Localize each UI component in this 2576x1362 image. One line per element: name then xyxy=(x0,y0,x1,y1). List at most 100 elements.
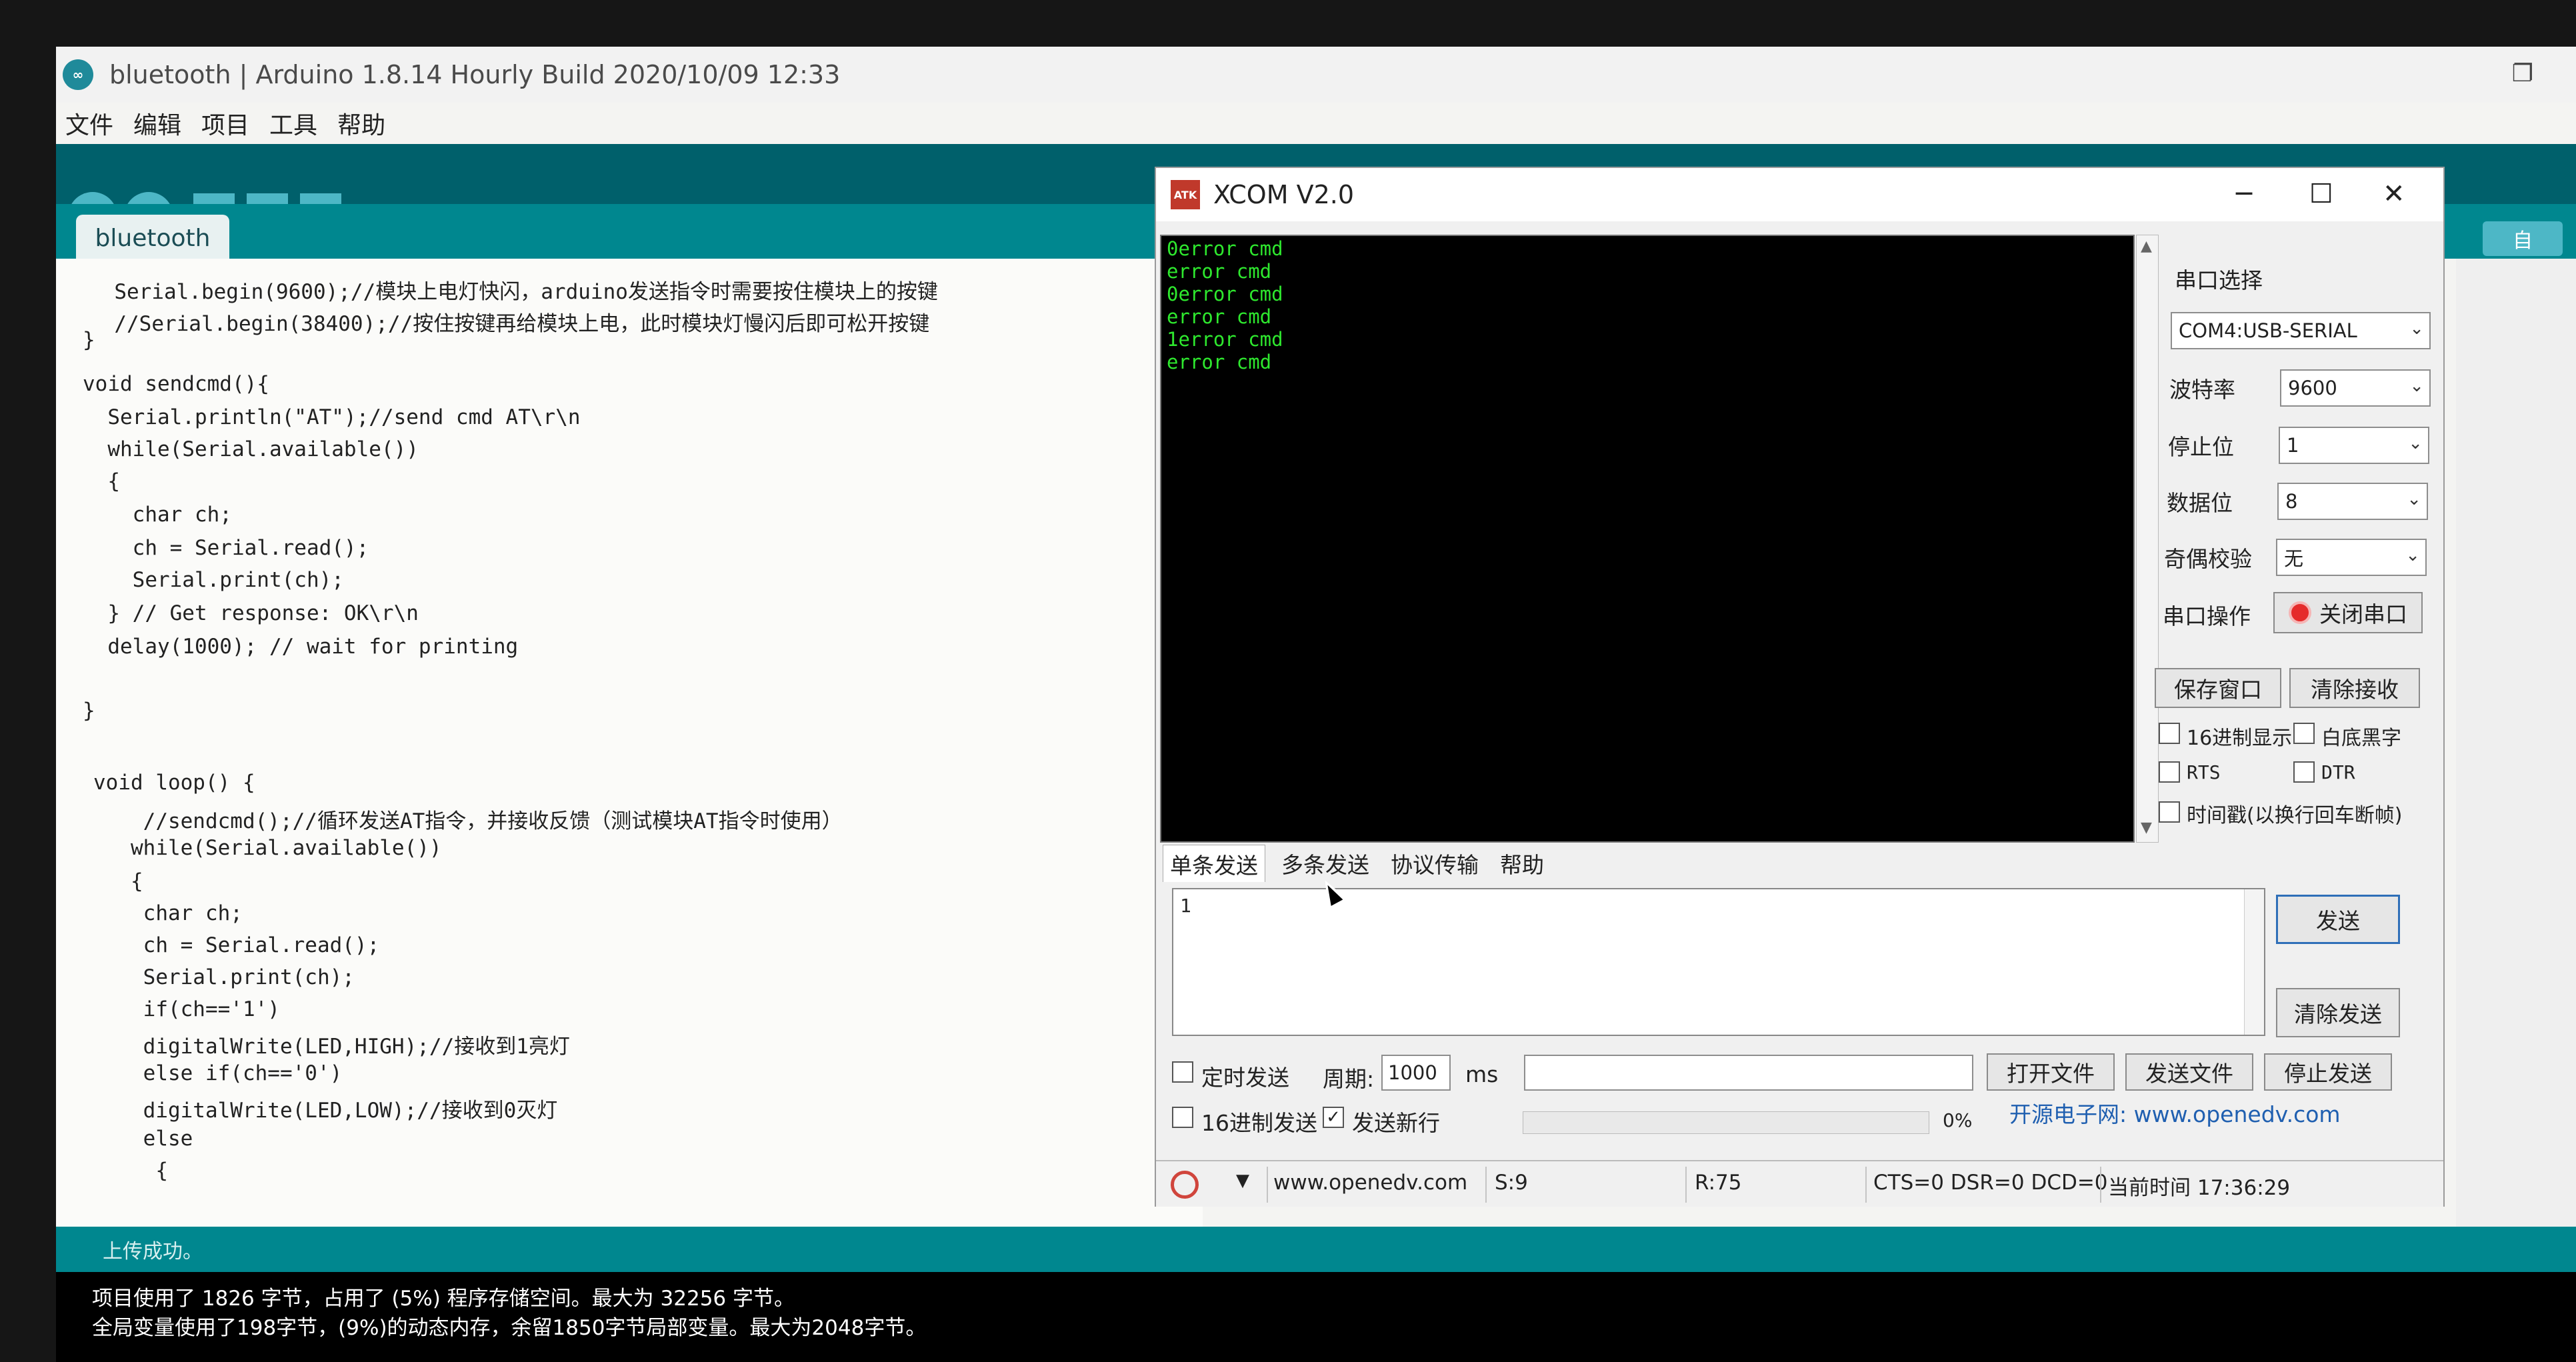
send-newline-checkbox[interactable]: ✓ xyxy=(1323,1107,1344,1128)
baud-value: 9600 xyxy=(2288,377,2337,399)
close-port-label: 关闭串口 xyxy=(2319,601,2407,627)
code-line: void loop() { xyxy=(93,771,255,795)
port-op-label: 串口操作 xyxy=(2163,603,2251,629)
close-port-button[interactable]: 关闭串口 xyxy=(2273,592,2423,633)
send-scrollbar[interactable] xyxy=(2244,889,2264,1035)
chevron-down-icon: ⌄ xyxy=(2409,319,2424,339)
white-bg-checkbox[interactable] xyxy=(2293,723,2315,744)
baud-label: 波特率 xyxy=(2169,377,2235,403)
file-path-input[interactable] xyxy=(1524,1055,1973,1091)
xcom-title-bar: ATK XCOM V2.0 ─ ☐ ✕ xyxy=(1156,168,2443,221)
code-line: Serial.println("AT");//send cmd AT\r\n xyxy=(83,405,581,429)
xcom-window: ATK XCOM V2.0 ─ ☐ ✕ 0error cmd error cmd… xyxy=(1155,167,2445,1207)
send-input[interactable]: 1 xyxy=(1172,888,2265,1036)
rts-checkbox[interactable] xyxy=(2159,761,2180,783)
status-received: R:75 xyxy=(1695,1171,1742,1195)
tab-protocol[interactable]: 协议传输 xyxy=(1384,845,1485,882)
chevron-down-icon: ⌄ xyxy=(2407,489,2421,509)
send-button[interactable]: 发送 xyxy=(2276,895,2400,944)
receive-area[interactable]: 0error cmd error cmd 0error cmd error cm… xyxy=(1160,235,2135,843)
code-line: ch = Serial.read(); xyxy=(93,933,380,957)
code-line: //sendcmd();//循环发送AT指令，并接收反馈（测试模块AT指令时使用… xyxy=(93,809,843,833)
period-label: 周期: xyxy=(1323,1066,1375,1092)
period-unit: ms xyxy=(1465,1061,1499,1087)
hex-display-label: 16进制显示 xyxy=(2187,727,2293,750)
close-icon[interactable]: ✕ xyxy=(2383,179,2405,209)
stop-bits-select[interactable]: 1 ⌄ xyxy=(2279,427,2429,464)
status-lines: CTS=0 DSR=0 DCD=0 xyxy=(1873,1171,2108,1195)
stop-bits-label: 停止位 xyxy=(2168,434,2234,460)
timestamp-checkbox[interactable] xyxy=(2159,801,2180,823)
menu-help[interactable]: 帮助 xyxy=(337,106,385,141)
clear-send-button[interactable]: 清除发送 xyxy=(2276,988,2400,1037)
open-file-button[interactable]: 打开文件 xyxy=(1987,1053,2115,1091)
code-line: digitalWrite(LED,LOW);//接收到0灭灯 xyxy=(93,1099,558,1123)
receive-line: error cmd xyxy=(1167,305,1272,328)
settings-icon[interactable] xyxy=(1171,1171,1199,1199)
tab-bluetooth[interactable]: bluetooth xyxy=(76,215,229,261)
code-line: } // Get response: OK\r\n xyxy=(83,601,419,625)
code-line: while(Serial.available()) xyxy=(93,836,442,860)
hex-send-checkbox[interactable] xyxy=(1172,1107,1193,1128)
period-input[interactable]: 1000 xyxy=(1381,1055,1451,1091)
code-line: char ch; xyxy=(83,503,232,527)
port-label: 串口选择 xyxy=(2175,267,2263,293)
receive-scrollbar[interactable]: ▲ ▼ xyxy=(2136,235,2159,843)
code-line: Serial.begin(9600);//模块上电灯快闪，arduino发送指令… xyxy=(89,280,938,304)
upload-status: 上传成功。 xyxy=(56,1227,2576,1272)
status-url[interactable]: www.openedv.com xyxy=(1273,1171,1467,1195)
status-time: 当前时间 17:36:29 xyxy=(2108,1176,2291,1200)
code-line: { xyxy=(93,869,143,893)
menu-file[interactable]: 文件 xyxy=(65,106,113,141)
arduino-title-bar: ∞ bluetooth | Arduino 1.8.14 Hourly Buil… xyxy=(56,47,2576,103)
menu-sketch[interactable]: 项目 xyxy=(201,106,249,141)
menu-edit[interactable]: 编辑 xyxy=(133,106,181,141)
hex-display-checkbox[interactable] xyxy=(2159,723,2180,744)
tab-single-send[interactable]: 单条发送 xyxy=(1163,845,1265,882)
minimize-icon[interactable]: ─ xyxy=(2236,179,2252,209)
timed-send-label: 定时发送 xyxy=(1201,1065,1289,1091)
timestamp-label: 时间戳(以换行回车断帧) xyxy=(2187,804,2403,827)
stop-bits-value: 1 xyxy=(2287,434,2299,457)
code-line: else if(ch=='0') xyxy=(93,1061,343,1085)
port-status-icon xyxy=(2289,601,2311,624)
parity-select[interactable]: 无 ⌄ xyxy=(2276,539,2427,576)
code-line: //Serial.begin(38400);//按住按键再给模块上电，此时模块灯… xyxy=(89,312,930,336)
chevron-down-icon[interactable]: ▼ xyxy=(1236,1171,1249,1191)
baud-select[interactable]: 9600 ⌄ xyxy=(2280,369,2431,407)
code-line: ch = Serial.read(); xyxy=(83,536,369,560)
rts-label: RTS xyxy=(2187,761,2221,783)
white-bg-label: 白底黑字 xyxy=(2321,727,2401,750)
send-file-button[interactable]: 发送文件 xyxy=(2125,1053,2253,1091)
code-editor[interactable]: Serial.begin(9600);//模块上电灯快闪，arduino发送指令… xyxy=(56,259,1203,1272)
code-line: } xyxy=(83,699,95,723)
scroll-up-icon[interactable]: ▲ xyxy=(2141,238,2152,255)
tab-multi-send[interactable]: 多条发送 xyxy=(1275,845,1376,882)
tab-help[interactable]: 帮助 xyxy=(1493,845,1551,882)
port-select[interactable]: COM4:USB-SERIAL ⌄ xyxy=(2171,312,2431,349)
menu-tools[interactable]: 工具 xyxy=(269,106,317,141)
code-line: void sendcmd(){ xyxy=(83,372,269,396)
data-bits-label: 数据位 xyxy=(2167,490,2233,516)
data-bits-select[interactable]: 8 ⌄ xyxy=(2277,483,2428,520)
arduino-right-panel xyxy=(2456,259,2576,1272)
serial-monitor-icon[interactable]: 自 xyxy=(2483,221,2563,256)
stop-send-button[interactable]: 停止发送 xyxy=(2264,1053,2392,1091)
hex-send-label: 16进制发送 xyxy=(1201,1110,1317,1136)
parity-label: 奇偶校验 xyxy=(2164,546,2252,572)
chevron-down-icon: ⌄ xyxy=(2408,433,2423,453)
save-window-button[interactable]: 保存窗口 xyxy=(2155,668,2281,708)
code-line: if(ch=='1') xyxy=(93,997,280,1021)
maximize-icon[interactable]: ☐ xyxy=(2309,179,2333,209)
timed-send-checkbox[interactable] xyxy=(1172,1061,1193,1083)
openedv-link[interactable]: 开源电子网: www.openedv.com xyxy=(2009,1097,2341,1129)
send-value: 1 xyxy=(1180,895,1191,917)
send-progress-bar xyxy=(1523,1111,1929,1134)
clear-receive-button[interactable]: 清除接收 xyxy=(2289,668,2420,708)
send-newline-label: 发送新行 xyxy=(1352,1110,1440,1136)
code-line: { xyxy=(83,469,120,493)
scroll-down-icon[interactable]: ▼ xyxy=(2141,819,2152,836)
restore-icon[interactable]: ❐ xyxy=(2512,60,2533,87)
code-line: digitalWrite(LED,HIGH);//接收到1亮灯 xyxy=(93,1035,570,1059)
dtr-checkbox[interactable] xyxy=(2293,761,2315,783)
